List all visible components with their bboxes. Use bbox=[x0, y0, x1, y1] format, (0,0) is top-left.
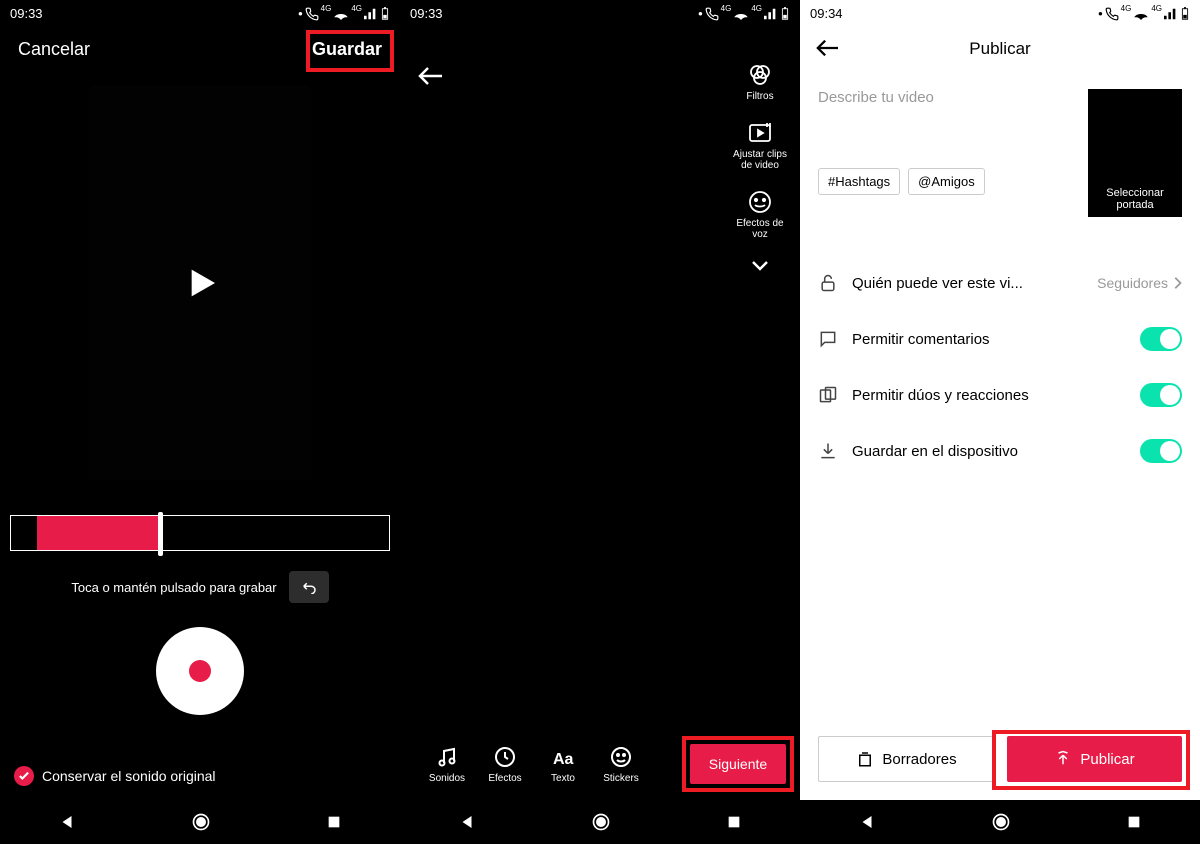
comment-icon bbox=[818, 329, 838, 349]
effects-icon bbox=[493, 745, 517, 769]
description-input[interactable]: Describe tu video bbox=[818, 89, 1072, 106]
sounds-icon bbox=[435, 745, 459, 769]
toggle-duets[interactable] bbox=[1140, 383, 1182, 407]
save-button[interactable]: Guardar bbox=[312, 39, 382, 60]
android-nav bbox=[400, 800, 800, 844]
record-hint: Toca o mantén pulsado para grabar bbox=[71, 580, 276, 595]
android-nav bbox=[800, 800, 1200, 844]
keep-sound-row[interactable]: Conservar el sonido original bbox=[14, 766, 216, 786]
nav-recents-icon[interactable] bbox=[326, 814, 342, 830]
publish-header: Publicar bbox=[800, 27, 1200, 71]
tool-texto[interactable]: Aa Texto bbox=[534, 745, 592, 784]
lock-open-icon bbox=[818, 273, 838, 293]
nav-home-icon[interactable] bbox=[591, 812, 611, 832]
status-time: 09:33 bbox=[410, 6, 443, 21]
chip-friends[interactable]: @Amigos bbox=[908, 168, 985, 195]
cancel-button[interactable]: Cancelar bbox=[18, 39, 90, 60]
filters-icon bbox=[747, 62, 773, 88]
toggle-save[interactable] bbox=[1140, 439, 1182, 463]
video-preview[interactable] bbox=[90, 85, 310, 480]
voiceover-header: Cancelar Guardar bbox=[0, 27, 400, 71]
status-time: 09:34 bbox=[810, 6, 843, 21]
opt-save-device[interactable]: Guardar en el dispositivo bbox=[818, 423, 1182, 479]
voice-effects-icon bbox=[747, 189, 773, 215]
stickers-icon bbox=[609, 745, 633, 769]
adjust-clips-icon bbox=[747, 120, 773, 146]
nav-home-icon[interactable] bbox=[991, 812, 1011, 832]
download-icon bbox=[818, 441, 838, 461]
opt-privacy[interactable]: Quién puede ver este vi... Seguidores bbox=[818, 255, 1182, 311]
record-hint-row: Toca o mantén pulsado para grabar bbox=[0, 571, 400, 603]
nav-back-icon[interactable] bbox=[58, 813, 76, 831]
status-bar: 09:33 •4G 4G bbox=[0, 0, 400, 27]
status-bar: 09:33 •4G 4G bbox=[400, 0, 800, 27]
toggle-comments[interactable] bbox=[1140, 327, 1182, 351]
opt-comments[interactable]: Permitir comentarios bbox=[818, 311, 1182, 367]
tool-sonidos[interactable]: Sonidos bbox=[418, 745, 476, 784]
tool-stickers[interactable]: Stickers bbox=[592, 745, 650, 784]
status-bar: 09:34 •4G 4G bbox=[800, 0, 1200, 27]
chip-hashtags[interactable]: #Hashtags bbox=[818, 168, 900, 195]
select-cover[interactable]: Seleccionar portada bbox=[1088, 89, 1182, 217]
publish-actions: Borradores Publicar bbox=[818, 736, 1182, 782]
drafts-icon bbox=[856, 750, 874, 768]
opt-duets[interactable]: Permitir dúos y reacciones bbox=[818, 367, 1182, 423]
play-icon bbox=[180, 263, 220, 303]
keep-sound-label: Conservar el sonido original bbox=[42, 768, 216, 784]
nav-back-icon[interactable] bbox=[858, 813, 876, 831]
check-icon bbox=[18, 771, 30, 781]
page-title: Publicar bbox=[969, 39, 1030, 59]
back-button[interactable] bbox=[814, 37, 840, 59]
nav-recents-icon[interactable] bbox=[726, 814, 742, 830]
edit-side-tools: Filtros Ajustar clips de video Efectos d… bbox=[729, 62, 791, 272]
next-button[interactable]: Siguiente bbox=[690, 744, 786, 784]
status-icons: •4G 4G bbox=[298, 6, 390, 21]
nav-back-icon[interactable] bbox=[458, 813, 476, 831]
record-button[interactable] bbox=[156, 627, 244, 715]
text-icon: Aa bbox=[551, 745, 575, 769]
screen-publish: 09:34 •4G 4G Publicar Describe tu video … bbox=[800, 0, 1200, 844]
tool-efectos-voz[interactable]: Efectos de voz bbox=[729, 189, 791, 240]
tool-filtros[interactable]: Filtros bbox=[729, 62, 791, 102]
nav-recents-icon[interactable] bbox=[1126, 814, 1142, 830]
tool-ajustar-clips[interactable]: Ajustar clips de video bbox=[729, 120, 791, 171]
android-nav bbox=[0, 800, 400, 844]
undo-button[interactable] bbox=[289, 571, 329, 603]
publish-button[interactable]: Publicar bbox=[1007, 736, 1182, 782]
chevron-down-icon[interactable] bbox=[750, 258, 770, 272]
back-button[interactable] bbox=[416, 64, 444, 88]
undo-icon bbox=[300, 580, 318, 594]
status-icons: •4G 4G bbox=[1098, 6, 1190, 21]
chevron-right-icon bbox=[1172, 276, 1182, 290]
publish-icon bbox=[1054, 750, 1072, 768]
status-time: 09:33 bbox=[10, 6, 43, 21]
duet-icon bbox=[818, 385, 838, 405]
nav-home-icon[interactable] bbox=[191, 812, 211, 832]
audio-track[interactable] bbox=[10, 515, 390, 551]
keep-sound-checkbox[interactable] bbox=[14, 766, 34, 786]
tool-efectos[interactable]: Efectos bbox=[476, 745, 534, 784]
svg-text:Aa: Aa bbox=[553, 751, 574, 768]
status-icons: •4G 4G bbox=[698, 6, 790, 21]
screen-edit: 09:33 •4G 4G Filtros Ajustar clips de vi… bbox=[400, 0, 800, 844]
edit-bottom-bar: Sonidos Efectos Aa Texto Stickers Siguie… bbox=[400, 744, 800, 784]
screen-voiceover: 09:33 •4G 4G Cancelar Guardar Toca o man… bbox=[0, 0, 400, 844]
drafts-button[interactable]: Borradores bbox=[818, 736, 995, 782]
